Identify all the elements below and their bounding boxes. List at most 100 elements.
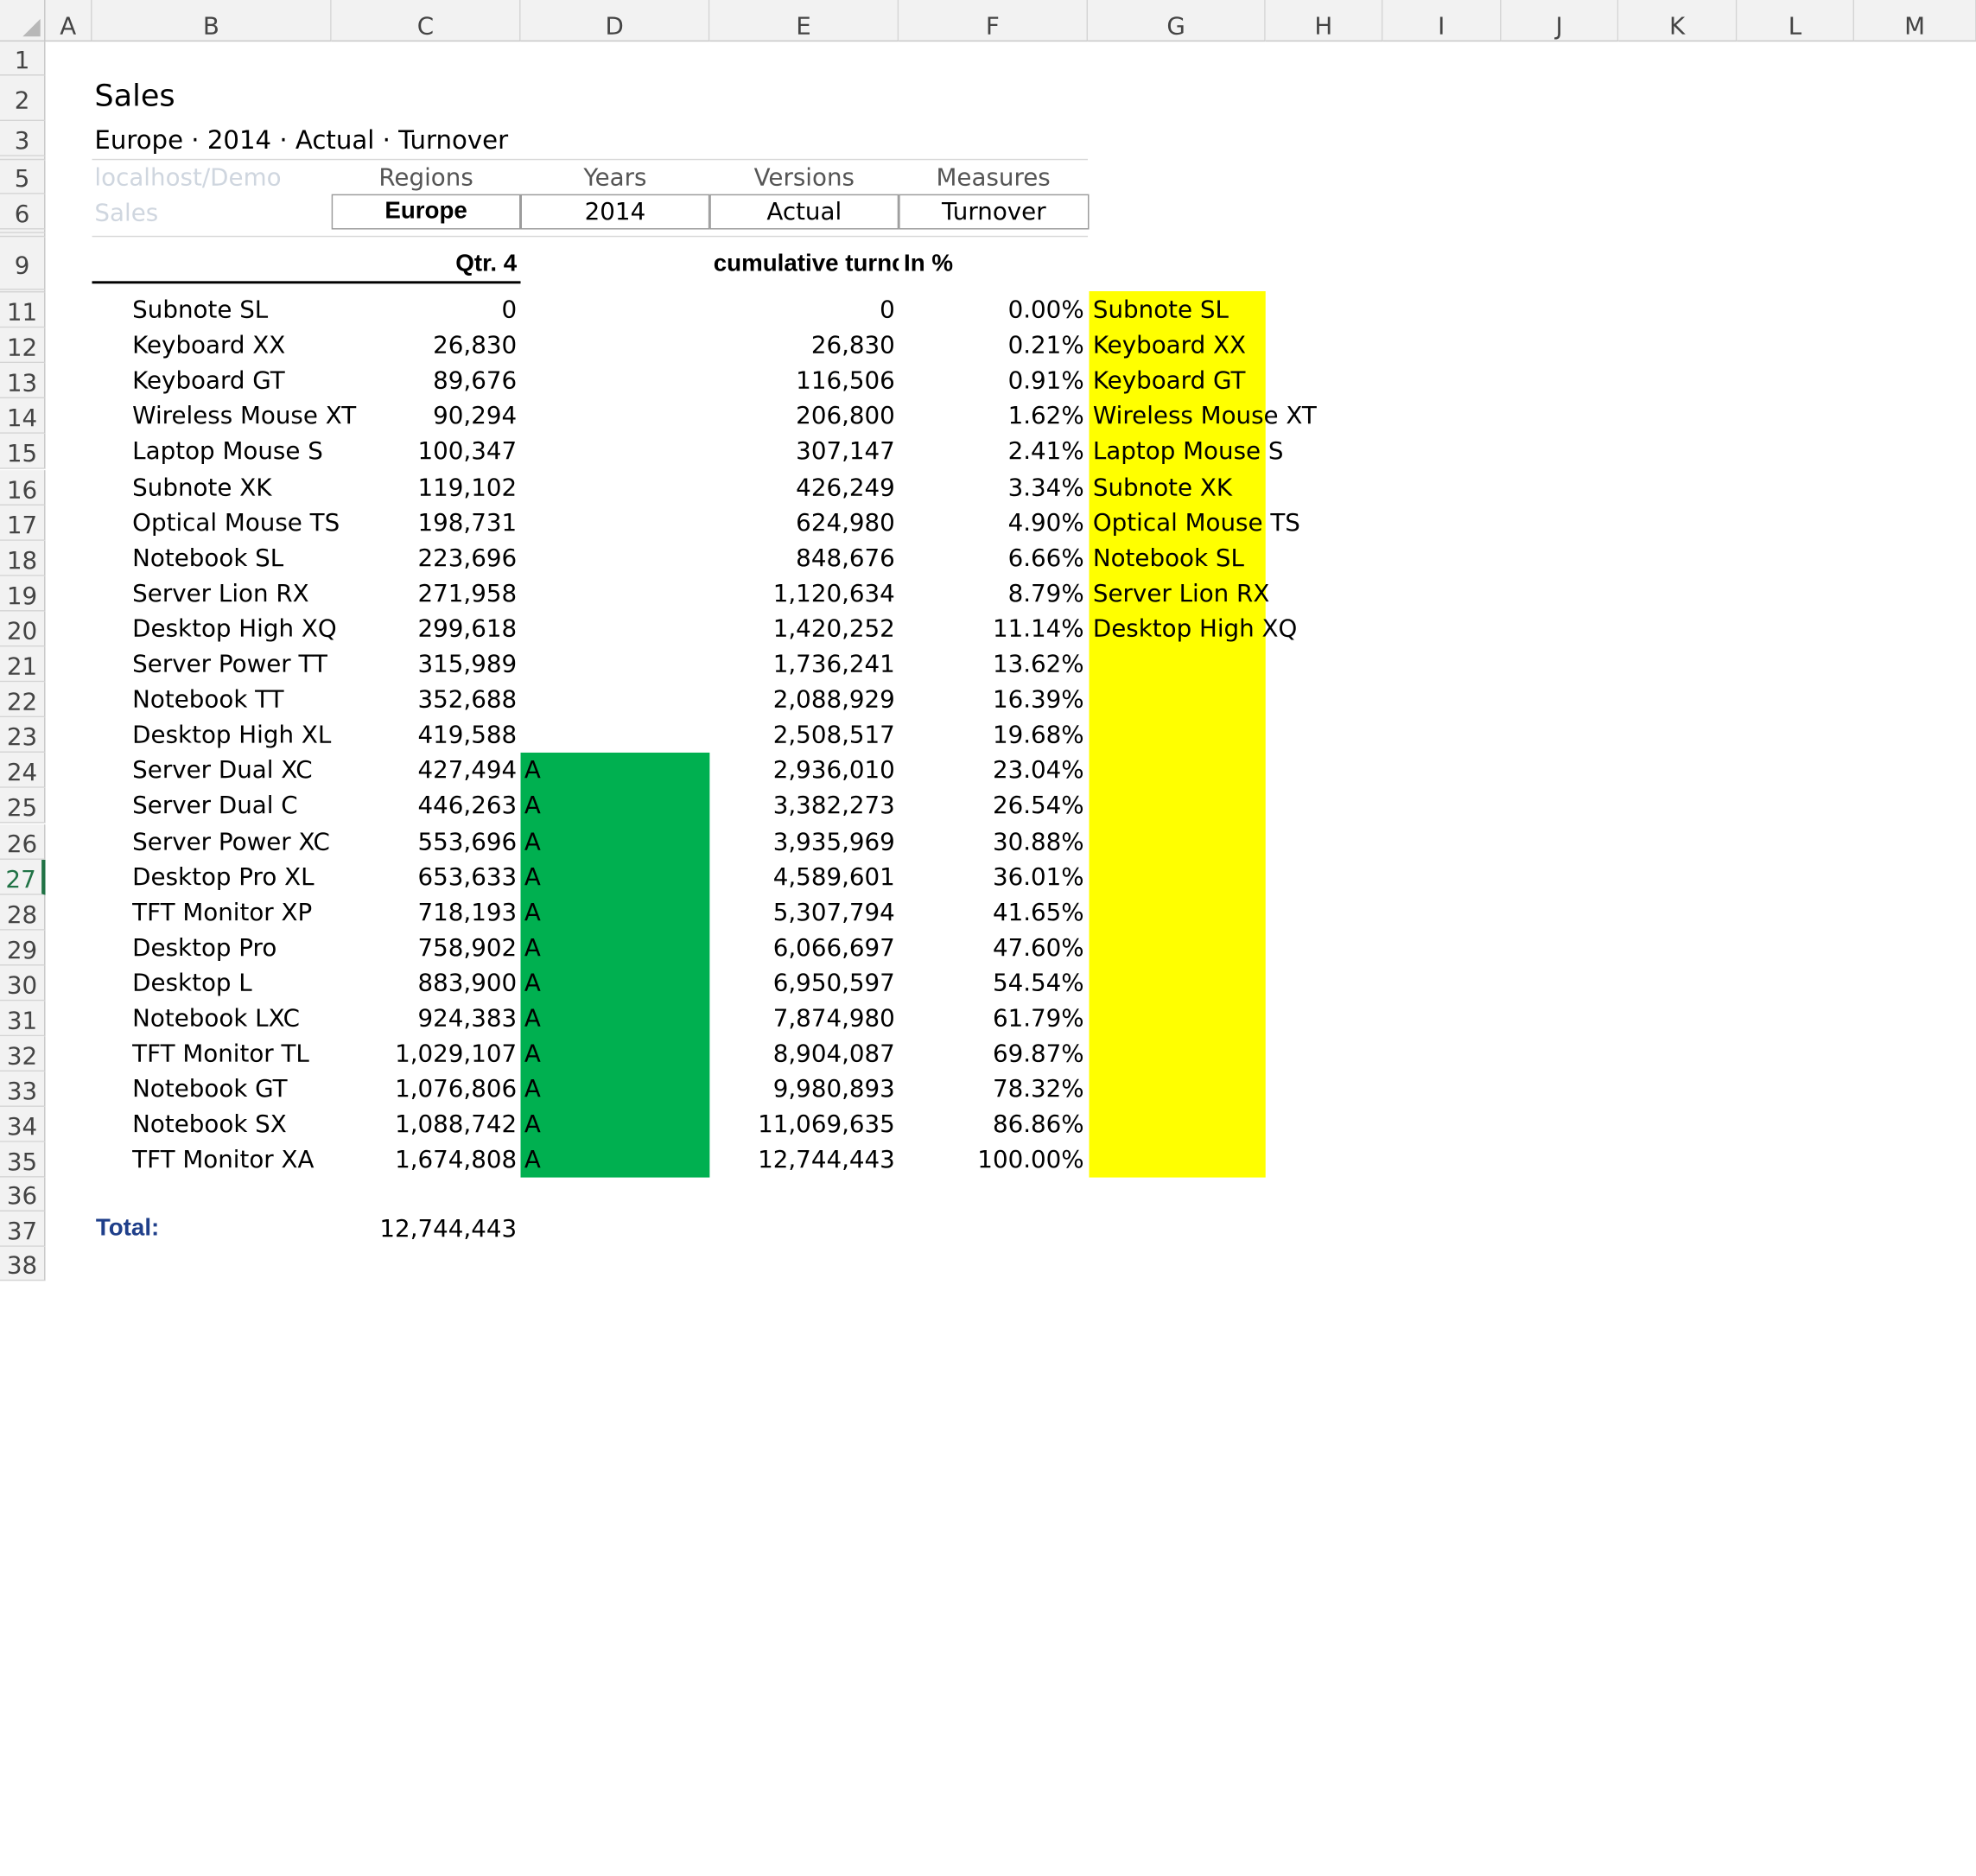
row-header[interactable]: 30 <box>0 965 46 1002</box>
row-header[interactable]: 17 <box>0 505 46 541</box>
dimension-label: Years <box>583 163 647 192</box>
row-header[interactable]: 9 <box>0 237 46 290</box>
row-header[interactable]: 22 <box>0 682 46 718</box>
cumulative-value: 26,830 <box>810 331 895 359</box>
row-header[interactable]: 3 <box>0 121 46 156</box>
row-header[interactable]: 38 <box>0 1246 46 1281</box>
cumulative-value: 9,980,893 <box>772 1075 895 1103</box>
pareto-label: Subnote XK <box>1092 473 1233 501</box>
row-header[interactable]: 2 <box>0 75 46 122</box>
row-header[interactable]: 13 <box>0 363 46 399</box>
product-name: Notebook LXC <box>132 1004 300 1033</box>
server-label: localhost/Demo <box>94 163 282 192</box>
row-header[interactable]: 5 <box>0 160 46 194</box>
column-header[interactable]: J <box>1501 0 1619 42</box>
cumulative-value: 206,800 <box>796 402 895 430</box>
hidden-row-header[interactable] <box>0 232 46 238</box>
row-header[interactable]: 25 <box>0 788 46 824</box>
select-all-corner[interactable] <box>0 0 46 42</box>
row-header[interactable]: 36 <box>0 1177 46 1212</box>
row-header[interactable]: 34 <box>0 1107 46 1143</box>
column-header[interactable]: H <box>1265 0 1383 42</box>
column-header[interactable]: A <box>45 0 92 42</box>
pareto-label: Laptop Mouse S <box>1092 437 1284 466</box>
row-header[interactable]: 11 <box>0 292 46 328</box>
qtr-value: 26,830 <box>433 331 518 359</box>
percent-value: 47.60% <box>992 933 1084 962</box>
row-header[interactable]: 14 <box>0 398 46 435</box>
qtr-value: 100,347 <box>417 437 518 466</box>
column-header[interactable]: C <box>331 0 521 42</box>
qtr-header: Qtr. 4 <box>455 251 518 277</box>
hidden-row-header[interactable] <box>0 289 46 293</box>
abc-class: A <box>524 898 541 926</box>
row-header[interactable]: 21 <box>0 646 46 683</box>
pareto-label: Subnote SL <box>1092 296 1229 324</box>
column-header[interactable]: I <box>1382 0 1502 42</box>
pareto-label: Notebook SL <box>1092 544 1244 572</box>
percent-value: 30.88% <box>992 827 1084 855</box>
column-header[interactable]: F <box>899 0 1089 42</box>
row-header[interactable]: 33 <box>0 1072 46 1108</box>
column-header[interactable]: K <box>1618 0 1738 42</box>
dimension-selector[interactable]: Turnover <box>899 194 1090 230</box>
percent-value: 11.14% <box>992 614 1084 643</box>
row-header[interactable]: 28 <box>0 894 46 931</box>
row-header[interactable]: 29 <box>0 930 46 966</box>
column-header[interactable]: B <box>92 0 332 42</box>
cumulative-value: 12,744,443 <box>758 1146 895 1174</box>
row-header[interactable]: 16 <box>0 469 46 506</box>
product-name: TFT Monitor XA <box>132 1146 315 1174</box>
product-name: Desktop Pro <box>132 933 277 962</box>
column-header[interactable]: D <box>520 0 710 42</box>
dimension-selector[interactable]: Actual <box>709 194 899 230</box>
row-header[interactable]: 6 <box>0 194 46 230</box>
cumulative-value: 5,307,794 <box>772 898 895 926</box>
total-label: Total: <box>95 1215 160 1243</box>
percent-value: 6.66% <box>1007 544 1084 572</box>
column-header[interactable]: E <box>709 0 899 42</box>
row-header[interactable]: 31 <box>0 1001 46 1037</box>
row-header[interactable]: 26 <box>0 824 46 860</box>
qtr-value: 427,494 <box>417 756 518 785</box>
hidden-row-header[interactable] <box>0 156 46 161</box>
qtr-header-underline <box>92 281 521 284</box>
column-header[interactable]: M <box>1854 0 1976 42</box>
percent-value: 13.62% <box>992 650 1084 678</box>
qtr-value: 653,633 <box>417 862 518 891</box>
row-header[interactable]: 18 <box>0 540 46 576</box>
row-header[interactable]: 37 <box>0 1211 46 1247</box>
percent-value: 19.68% <box>992 721 1084 749</box>
row-header[interactable]: 20 <box>0 611 46 647</box>
qtr-value: 883,900 <box>417 969 518 997</box>
product-name: Notebook GT <box>132 1075 288 1103</box>
abc-class: A <box>524 1110 541 1139</box>
product-name: TFT Monitor TL <box>132 1040 309 1068</box>
cumulative-value: 0 <box>880 296 895 324</box>
percent-value: 86.86% <box>992 1110 1084 1139</box>
row-header[interactable]: 19 <box>0 576 46 612</box>
row-header[interactable]: 32 <box>0 1036 46 1072</box>
cumulative-value: 8,904,087 <box>772 1040 895 1068</box>
qtr-value: 89,676 <box>433 366 518 395</box>
row-header[interactable]: 23 <box>0 717 46 754</box>
qtr-value: 446,263 <box>417 792 518 820</box>
dimension-selector[interactable]: 2014 <box>520 194 710 230</box>
row-header[interactable]: 12 <box>0 328 46 364</box>
percent-value: 1.62% <box>1007 402 1084 430</box>
qtr-value: 223,696 <box>417 544 518 572</box>
pareto-label: Keyboard GT <box>1092 366 1246 395</box>
row-header[interactable]: 1 <box>0 41 46 76</box>
product-name: Server Power XC <box>132 827 330 855</box>
abc-class: A <box>524 1075 541 1103</box>
row-header[interactable]: 27 <box>0 859 46 895</box>
column-header[interactable]: G <box>1088 0 1266 42</box>
percent-value: 0.00% <box>1007 296 1084 324</box>
product-name: Notebook TT <box>132 685 284 714</box>
cumulative-value: 1,736,241 <box>772 650 895 678</box>
dimension-selector[interactable]: Europe <box>331 194 521 230</box>
row-header[interactable]: 15 <box>0 434 46 470</box>
row-header[interactable]: 24 <box>0 753 46 789</box>
column-header[interactable]: L <box>1737 0 1855 42</box>
row-header[interactable]: 35 <box>0 1142 46 1179</box>
